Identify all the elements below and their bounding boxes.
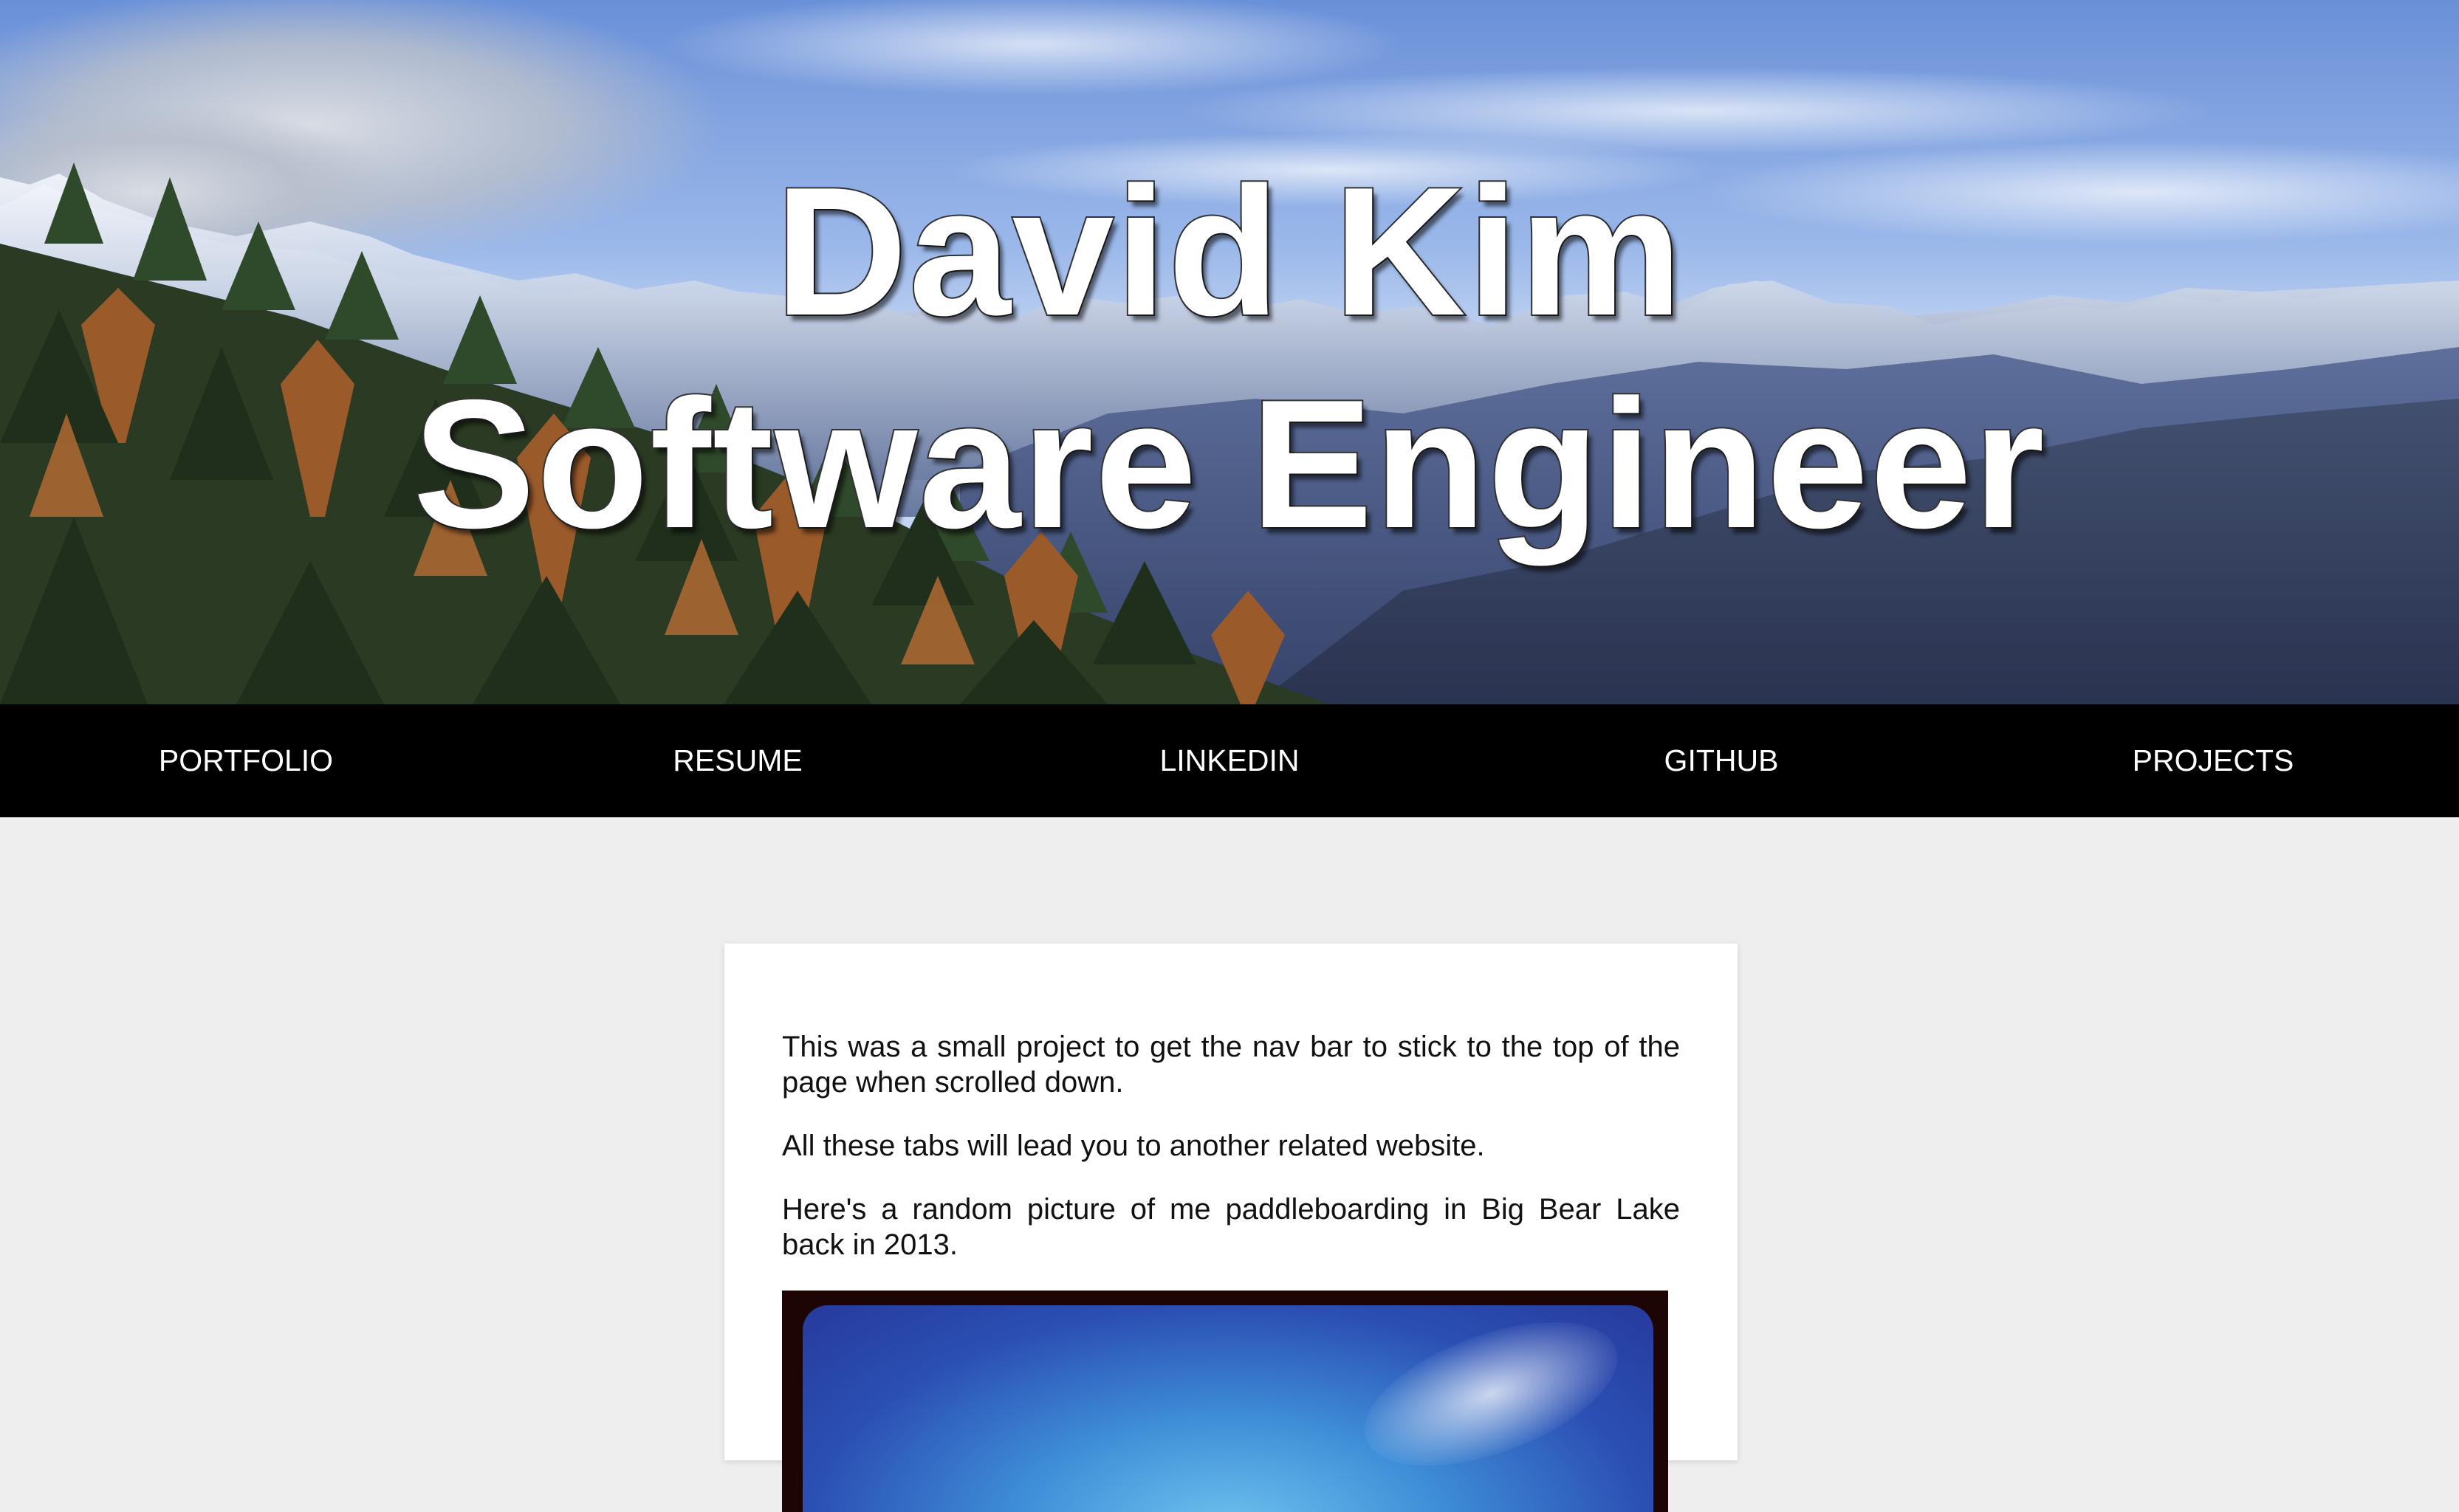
intro-paragraph: This was a small project to get the nav …: [782, 1031, 1680, 1099]
hero-name-heading: David Kim: [774, 147, 1684, 355]
nav-item-linkedin[interactable]: LINKEDIN: [984, 743, 1475, 778]
hero-banner: David Kim Software Engineer: [0, 0, 2459, 704]
content-card: This was a small project to get the nav …: [724, 944, 1738, 1512]
nav-item-github[interactable]: GITHUB: [1475, 743, 1967, 778]
photo-sky: [803, 1305, 1653, 1512]
tabs-info-paragraph: All these tabs will lead you to another …: [782, 1130, 1485, 1162]
main-nav-bar: PORTFOLIO RESUME LINKEDIN GITHUB PROJECT…: [0, 704, 2459, 817]
paddleboarding-photo: [782, 1291, 1668, 1512]
hero-role-heading: Software Engineer: [411, 360, 2046, 568]
nav-item-resume[interactable]: RESUME: [492, 743, 984, 778]
photo-caption-paragraph: Here's a random picture of me paddleboar…: [782, 1193, 1680, 1261]
nav-item-projects[interactable]: PROJECTS: [1967, 743, 2459, 778]
nav-item-portfolio[interactable]: PORTFOLIO: [0, 743, 492, 778]
photo-cloud: [1345, 1305, 1636, 1495]
